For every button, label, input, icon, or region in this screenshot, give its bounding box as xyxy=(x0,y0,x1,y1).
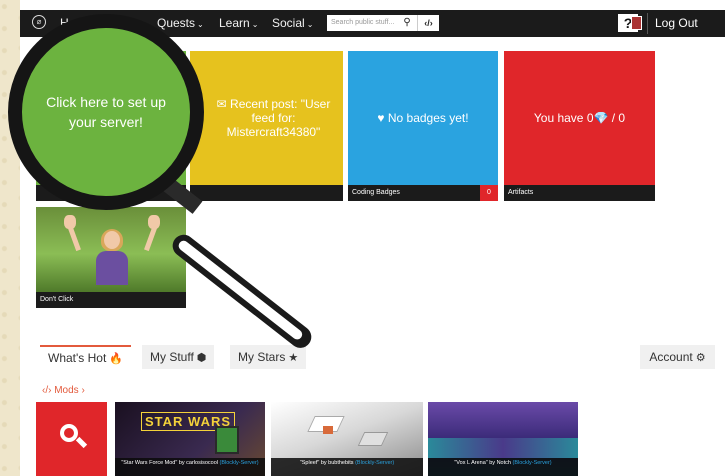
mod-title: "Vox L Arena" by Notch xyxy=(454,460,511,466)
no-badges-text: ♥ No badges yet! xyxy=(377,111,469,125)
mod-caption: "Star Wars Force Mod" by carlosisocool (… xyxy=(115,458,265,476)
arena-ground xyxy=(428,438,578,458)
nav-item-label: Social xyxy=(272,16,305,30)
mod-tile-star-wars[interactable]: STAR WARS "Star Wars Force Mod" by carlo… xyxy=(115,402,265,476)
mod-title: "Spleef" by bubthebits xyxy=(299,460,354,466)
nav-item-label: Learn xyxy=(219,16,250,30)
avatar[interactable] xyxy=(631,16,642,30)
account-label: Account xyxy=(649,350,693,364)
artifacts-caption: Artifacts xyxy=(504,185,655,201)
minecraft-character xyxy=(215,426,239,454)
mod-search-tile[interactable] xyxy=(36,402,107,476)
recent-post-text: ✉ Recent post: "User feed for: Mistercra… xyxy=(216,97,331,139)
tab-label: My Stuff xyxy=(150,350,194,364)
tab-my-stuff[interactable]: My Stuff ⬢ xyxy=(142,345,215,369)
block-shape xyxy=(323,426,333,434)
mod-tile-spleef[interactable]: "Spleef" by bubthebits (Blockly-Server) xyxy=(271,402,423,476)
nav-item-social[interactable]: Social ⌄ xyxy=(272,16,313,30)
search-icon[interactable]: ⚲ xyxy=(398,15,416,31)
tile-caption xyxy=(190,185,343,201)
logout-button[interactable]: Log Out xyxy=(655,16,698,30)
server-setup-zoom-text: Click here to set up your server! xyxy=(46,94,166,130)
nav-item-label: Quests xyxy=(157,16,196,30)
chevron-down-icon: ⌄ xyxy=(197,20,204,29)
tab-label: What's Hot xyxy=(48,351,107,365)
block-shape xyxy=(357,432,389,446)
tab-my-stars[interactable]: My Stars ★ xyxy=(230,345,307,369)
mod-tile-vox-arena[interactable]: "Vox L Arena" by Notch (Blockly-Server) xyxy=(428,402,578,476)
coding-badges-tile[interactable]: ♥ No badges yet! Coding Badges 0 xyxy=(348,51,498,201)
nav-item-learn[interactable]: Learn ⌄ xyxy=(219,16,258,30)
tab-label: My Stars xyxy=(238,350,286,364)
chevron-down-icon: ⌄ xyxy=(251,20,259,29)
mod-server: (Blockly-Server) xyxy=(512,460,552,466)
coding-badges-caption: Coding Badges xyxy=(348,185,498,201)
cube-icon: ⬢ xyxy=(196,352,207,364)
mod-title: "Star Wars Force Mod" by carlosisocool xyxy=(121,460,218,466)
gear-icon: ⚙ xyxy=(695,352,706,364)
artifacts-text: You have 0💎 / 0 xyxy=(533,111,626,125)
tab-whats-hot[interactable]: What's Hot 🔥 xyxy=(40,345,132,369)
video-thumbnail xyxy=(36,207,186,292)
badge-count: 0 xyxy=(480,185,498,201)
code-button[interactable]: ‹/› xyxy=(417,15,439,31)
mod-server: (Blockly-Server) xyxy=(219,460,259,466)
fire-icon: 🔥 xyxy=(109,353,124,365)
account-button[interactable]: Account ⚙ xyxy=(640,345,715,369)
nav-divider xyxy=(647,13,648,34)
person-image xyxy=(90,229,134,285)
nav-item-quests[interactable]: Quests ⌄ xyxy=(157,16,204,30)
star-icon: ★ xyxy=(288,352,299,364)
recent-post-tile[interactable]: ✉ Recent post: "User feed for: Mistercra… xyxy=(190,51,343,201)
mod-caption: "Spleef" by bubthebits (Blockly-Server) xyxy=(271,458,423,476)
home-icon[interactable]: ⌀ xyxy=(32,15,46,29)
artifacts-tile[interactable]: You have 0💎 / 0 Artifacts xyxy=(504,51,655,201)
mod-server: (Blockly-Server) xyxy=(355,460,395,466)
mod-caption: "Vox L Arena" by Notch (Blockly-Server) xyxy=(428,458,578,476)
video-caption: Don't Click xyxy=(36,292,186,308)
mods-link[interactable]: ‹/› Mods › xyxy=(42,385,85,396)
chevron-down-icon: ⌄ xyxy=(306,20,314,29)
video-tile[interactable]: Don't Click xyxy=(36,207,186,308)
magnifier-lens[interactable]: Click here to set up your server! xyxy=(8,14,204,210)
